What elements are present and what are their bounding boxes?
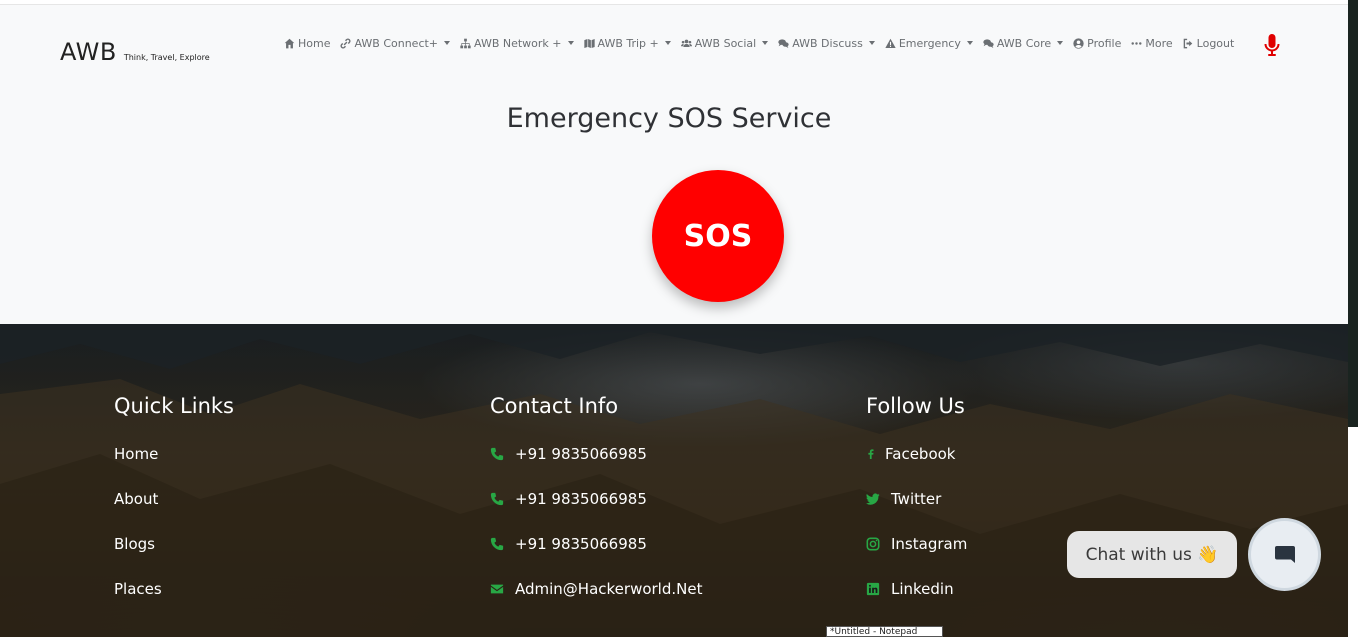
chat-with-us-label[interactable]: Chat with us 👋 [1067, 531, 1237, 578]
brand-tagline: Think, Travel, Explore [123, 53, 210, 62]
logout-icon [1183, 38, 1192, 48]
footer-link-places[interactable]: Places [114, 579, 234, 598]
instagram-icon [866, 537, 880, 550]
contact-phone-text: +91 9835066985 [515, 534, 647, 553]
contact-email[interactable]: Admin@Hackerworld.Net [490, 579, 702, 598]
page-header-section: AWB Think, Travel, Explore Home AWB Conn… [0, 5, 1348, 324]
main-nav: Home AWB Connect+ AWB Network + AWB Trip… [284, 36, 1244, 50]
nav-profile[interactable]: Profile [1073, 37, 1121, 50]
nav-home-label: Home [298, 36, 331, 50]
phone-icon [490, 492, 504, 505]
footer-link-home[interactable]: Home [114, 444, 234, 463]
social-twitter-label: Twitter [891, 489, 942, 508]
brand-name: AWB [60, 38, 117, 66]
nav-profile-label: Profile [1087, 36, 1122, 50]
chevron-down-icon [966, 41, 973, 45]
contact-phone-3[interactable]: +91 9835066985 [490, 534, 702, 553]
social-linkedin-label: Linkedin [891, 579, 954, 598]
chevron-down-icon [868, 41, 875, 45]
contact-phone-text: +91 9835066985 [515, 444, 647, 463]
nav-awb-connect[interactable]: AWB Connect+ [340, 36, 451, 50]
contact-email-text: Admin@Hackerworld.Net [515, 579, 703, 598]
nav-awb-core[interactable]: AWB Core [983, 36, 1064, 50]
footer: Quick Links Home About Blogs Places Cont… [0, 324, 1348, 637]
twitter-icon [866, 493, 880, 505]
social-facebook[interactable]: Facebook [866, 444, 967, 463]
microphone-icon[interactable] [1264, 33, 1280, 61]
contact-phone-1[interactable]: +91 9835066985 [490, 444, 702, 463]
contact-phone-2[interactable]: +91 9835066985 [490, 489, 702, 508]
nav-awb-social-label: AWB Social [694, 36, 757, 50]
chevron-down-icon [762, 41, 769, 45]
users-icon [680, 39, 692, 47]
nav-emergency-label: Emergency [898, 36, 961, 50]
social-instagram[interactable]: Instagram [866, 534, 967, 553]
quick-links-title: Quick Links [114, 394, 235, 418]
contact-info-column: Contact Info +91 9835066985 +91 98350669… [490, 394, 702, 624]
nav-awb-discuss[interactable]: AWB Discuss [778, 37, 875, 50]
ellipsis-icon [1131, 41, 1142, 45]
nav-emergency[interactable]: Emergency [885, 37, 973, 50]
contact-phone-text: +91 9835066985 [515, 489, 647, 508]
chevron-down-icon [664, 41, 671, 45]
chevron-down-icon [567, 41, 574, 45]
linkedin-icon [866, 582, 880, 595]
map-icon [583, 38, 595, 48]
warning-icon [885, 38, 896, 48]
comments-icon [983, 38, 994, 48]
social-instagram-label: Instagram [891, 534, 968, 553]
envelope-icon [490, 584, 504, 593]
social-facebook-label: Facebook [885, 444, 956, 463]
chevron-down-icon [444, 41, 451, 45]
nav-logout-label: Logout [1196, 36, 1235, 50]
phone-icon [490, 537, 504, 550]
nav-awb-connect-label: AWB Connect+ [354, 36, 439, 50]
nav-more[interactable]: More [1131, 36, 1173, 50]
follow-us-column: Follow Us Facebook Twitter Instagram Lin… [866, 394, 967, 624]
social-twitter[interactable]: Twitter [866, 489, 967, 508]
nav-awb-trip-label: AWB Trip + [597, 36, 659, 50]
nav-more-label: More [1145, 36, 1173, 50]
nav-awb-network-label: AWB Network + [474, 36, 562, 50]
link-icon [341, 38, 351, 48]
social-linkedin[interactable]: Linkedin [866, 579, 967, 598]
nav-awb-social[interactable]: AWB Social [680, 36, 769, 50]
chevron-down-icon [1057, 41, 1064, 45]
phone-icon [490, 447, 504, 460]
scrollbar-edge [1348, 0, 1358, 427]
quick-links-column: Quick Links Home About Blogs Places [114, 394, 234, 624]
footer-link-about[interactable]: About [114, 489, 234, 508]
nav-awb-trip[interactable]: AWB Trip + [583, 36, 671, 50]
page-title: Emergency SOS Service [506, 103, 832, 134]
footer-link-blogs[interactable]: Blogs [114, 534, 234, 553]
nav-awb-core-label: AWB Core [996, 36, 1052, 50]
follow-us-title: Follow Us [866, 394, 965, 418]
brand[interactable]: AWB Think, Travel, Explore [60, 38, 210, 66]
comments-icon [778, 38, 789, 48]
taskbar-tooltip: *Untitled - Notepad [826, 626, 943, 637]
sitemap-icon [460, 38, 471, 48]
facebook-icon [868, 448, 874, 459]
nav-awb-discuss-label: AWB Discuss [792, 36, 863, 50]
nav-home[interactable]: Home [284, 37, 330, 50]
chat-bubble-icon [1274, 545, 1295, 563]
sos-button[interactable]: SOS [652, 170, 784, 302]
home-icon [284, 38, 295, 48]
nav-awb-network[interactable]: AWB Network + [460, 36, 574, 50]
user-circle-icon [1073, 37, 1084, 49]
chat-bubble-button[interactable] [1251, 521, 1318, 588]
contact-info-title: Contact Info [490, 394, 619, 418]
nav-logout[interactable]: Logout [1183, 36, 1235, 50]
